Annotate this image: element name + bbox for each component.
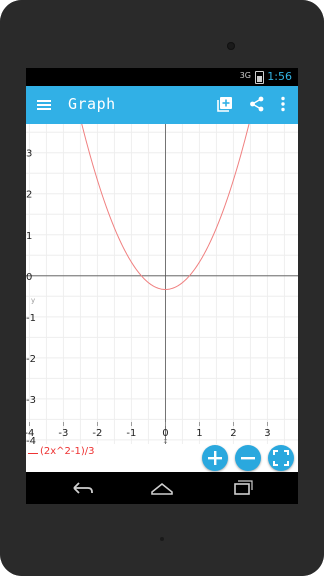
y-tick-label: 1	[26, 231, 32, 242]
signal-label: 3G	[239, 71, 251, 80]
more-vert-icon[interactable]	[278, 95, 288, 113]
top-bezel	[0, 0, 324, 68]
back-icon[interactable]	[66, 476, 98, 500]
device-sensor	[160, 537, 164, 541]
x-tick-label: 3	[264, 428, 270, 439]
y-tick-label: 0	[26, 272, 32, 283]
home-icon[interactable]	[146, 476, 178, 500]
zoom-in-button[interactable]	[202, 445, 228, 471]
x-tick-label: 2	[230, 428, 236, 439]
battery-icon	[255, 71, 264, 84]
page-title: Graph	[68, 95, 116, 113]
y-tick-label: -1	[26, 313, 36, 324]
recents-icon[interactable]	[226, 476, 258, 500]
fit-screen-icon	[273, 450, 289, 466]
nav-bar	[26, 472, 298, 504]
y-tick-label: -4	[26, 436, 36, 444]
add-graph-icon[interactable]	[216, 95, 234, 113]
legend-entry: (2x^2-1)/3	[40, 446, 95, 457]
x-axis-label: x	[163, 437, 167, 444]
app-bar: Graph	[26, 86, 298, 124]
x-tick-label: -3	[58, 428, 68, 439]
menu-icon[interactable]	[36, 97, 52, 113]
graph-canvas[interactable]: -4-3-2-101233210-1-2-3-4yx	[26, 104, 298, 447]
x-tick-label: -1	[126, 428, 136, 439]
y-axis-label: y	[31, 296, 35, 304]
y-tick-label: 3	[26, 149, 32, 160]
x-tick-label: -2	[92, 428, 102, 439]
screen: 3G 1:56 Graph 4 -3 -2 -1 0 1 2 3 3 2 1 0…	[26, 68, 298, 504]
graph-plot[interactable]: -4-3-2-101233210-1-2-3-4yx	[26, 104, 298, 447]
status-bar: 3G 1:56	[26, 68, 298, 86]
fit-screen-button[interactable]	[268, 445, 294, 471]
x-tick-label: 1	[196, 428, 202, 439]
front-camera	[227, 42, 235, 50]
legend-swatch	[28, 453, 38, 454]
zoom-in-icon	[208, 451, 222, 465]
legend: (2x^2-1)/3	[26, 444, 176, 464]
y-tick-label: -3	[26, 395, 36, 406]
y-tick-label: 2	[26, 190, 32, 201]
status-time: 1:56	[267, 70, 292, 83]
zoom-out-button[interactable]	[235, 445, 261, 471]
y-tick-label: -2	[26, 354, 36, 365]
share-icon[interactable]	[248, 95, 266, 113]
tablet-device: 3G 1:56 Graph 4 -3 -2 -1 0 1 2 3 3 2 1 0…	[0, 0, 324, 576]
zoom-out-icon	[241, 457, 255, 460]
